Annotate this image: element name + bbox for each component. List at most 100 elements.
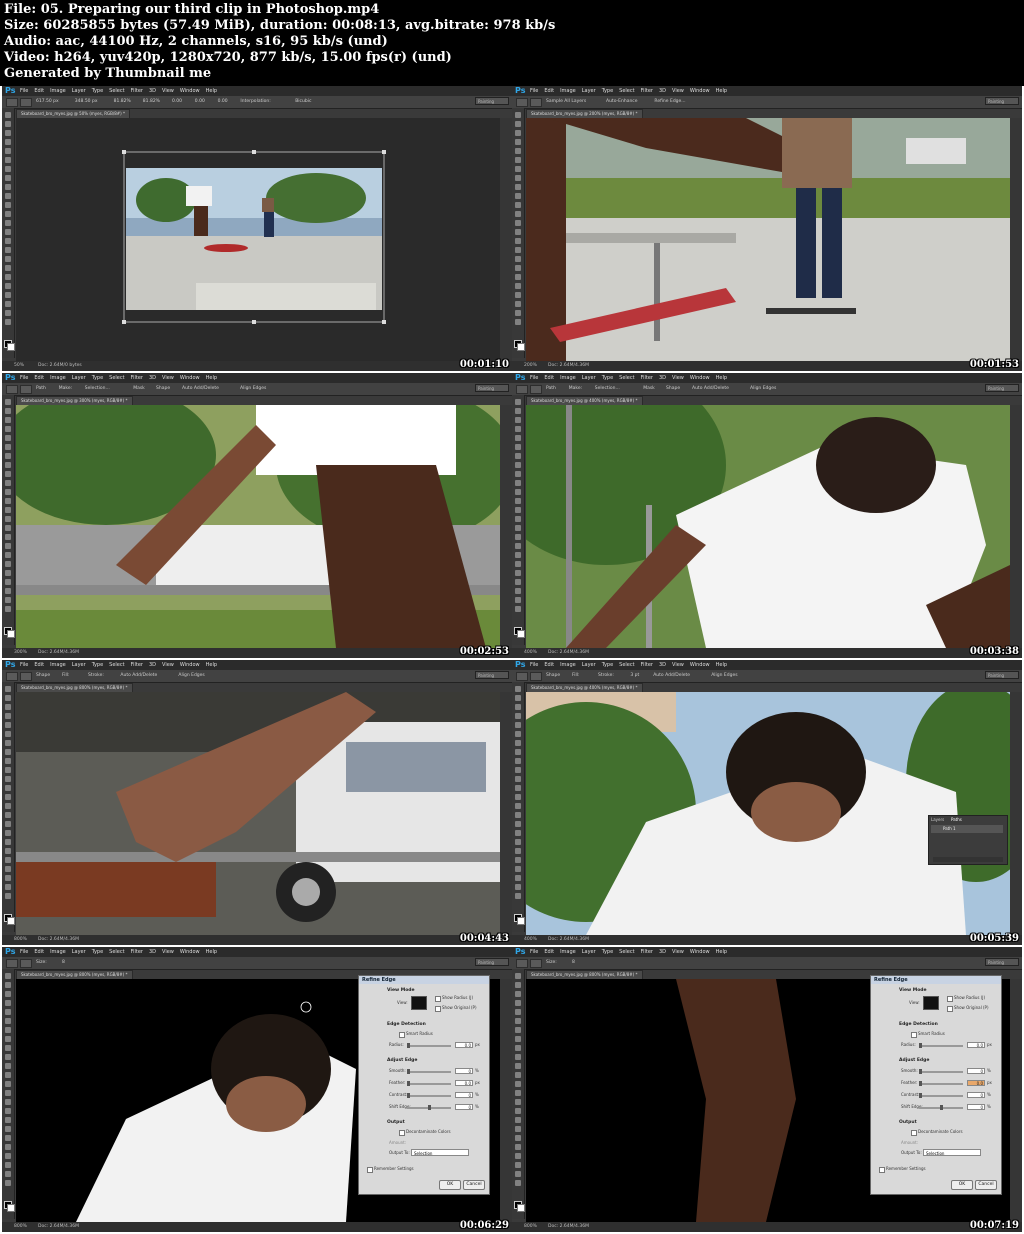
slider-knob[interactable] <box>407 1069 410 1074</box>
tool-icon[interactable] <box>515 489 521 495</box>
menu-item[interactable]: Help <box>206 662 217 668</box>
workspace-switcher[interactable]: Painting <box>475 384 509 392</box>
menu-item[interactable]: Layer <box>72 949 86 955</box>
tool-icon[interactable] <box>5 274 11 280</box>
menu-item[interactable]: File <box>20 375 28 381</box>
option-text[interactable]: Auto Add/Delete <box>182 385 219 393</box>
smart-radius-checkbox[interactable] <box>911 1032 917 1038</box>
workspace-switcher[interactable]: Painting <box>985 97 1019 105</box>
tool-icon[interactable] <box>515 1000 521 1006</box>
menu-item[interactable]: Select <box>109 88 124 94</box>
tool-icon[interactable] <box>5 112 11 118</box>
zoom-level[interactable]: 800% <box>14 1223 27 1231</box>
tool-icon[interactable] <box>515 1081 521 1087</box>
option-text[interactable]: 81.82% <box>143 98 160 106</box>
feather-slider[interactable] <box>407 1081 451 1086</box>
tool-icon[interactable] <box>5 776 11 782</box>
menu-item[interactable]: Type <box>602 375 613 381</box>
option-text[interactable]: Align Edges <box>178 672 204 680</box>
tool-icon[interactable] <box>5 1153 11 1159</box>
option-text[interactable]: 3 pt <box>630 672 639 680</box>
tool-icon[interactable] <box>5 292 11 298</box>
feather-input[interactable]: 0.0 <box>455 1080 473 1086</box>
tool-icon[interactable] <box>5 480 11 486</box>
tool-mode-icon[interactable] <box>530 959 542 968</box>
menu-item[interactable]: Select <box>619 88 634 94</box>
tool-icon[interactable] <box>5 803 11 809</box>
tool-icon[interactable] <box>5 310 11 316</box>
tool-icon[interactable] <box>515 830 521 836</box>
tool-icon[interactable] <box>515 139 521 145</box>
tool-mode-icon[interactable] <box>20 672 32 681</box>
zoom-level[interactable]: 800% <box>524 1223 537 1231</box>
tool-icon[interactable] <box>515 1036 521 1042</box>
menu-item[interactable]: Filter <box>131 375 143 381</box>
tool-icon[interactable] <box>5 1135 11 1141</box>
menu-item[interactable]: File <box>20 662 28 668</box>
tool-icon[interactable] <box>515 794 521 800</box>
contrast-input[interactable]: 0 <box>455 1092 473 1098</box>
menu-item[interactable]: 3D <box>659 662 666 668</box>
tool-icon[interactable] <box>515 713 521 719</box>
tool-icon[interactable] <box>515 166 521 172</box>
tool-icon[interactable] <box>515 839 521 845</box>
tool-icon[interactable] <box>515 543 521 549</box>
menu-item[interactable]: Select <box>619 662 634 668</box>
show-original-checkbox[interactable] <box>435 1006 441 1012</box>
right-scrollbar[interactable] <box>500 692 512 935</box>
smooth-slider[interactable] <box>407 1069 451 1074</box>
tool-icon[interactable] <box>5 534 11 540</box>
menu-item[interactable]: 3D <box>149 949 156 955</box>
smart-radius-checkbox[interactable] <box>399 1032 405 1038</box>
output-to-select[interactable]: Selection <box>923 1149 981 1156</box>
tool-icon[interactable] <box>515 1144 521 1150</box>
menu-item[interactable]: Image <box>560 375 576 381</box>
tool-icon[interactable] <box>515 265 521 271</box>
tool-icon[interactable] <box>515 1162 521 1168</box>
menu-item[interactable]: Edit <box>544 662 554 668</box>
tool-icon[interactable] <box>515 597 521 603</box>
tool-icon[interactable] <box>515 812 521 818</box>
tool-icon[interactable] <box>515 1099 521 1105</box>
option-text[interactable]: 348.50 px <box>75 98 98 106</box>
option-text[interactable]: Size: <box>36 959 47 967</box>
document-canvas[interactable] <box>16 405 500 648</box>
background-color-swatch[interactable] <box>517 343 525 351</box>
option-text[interactable]: Auto Add/Delete <box>653 672 690 680</box>
background-color-swatch[interactable] <box>7 917 15 925</box>
contrast-slider[interactable] <box>919 1093 963 1098</box>
tool-icon[interactable] <box>515 803 521 809</box>
menu-item[interactable]: Edit <box>34 88 44 94</box>
menu-item[interactable]: Help <box>716 88 727 94</box>
show-original-checkbox[interactable] <box>947 1006 953 1012</box>
tool-icon[interactable] <box>5 283 11 289</box>
menu-item[interactable]: View <box>672 375 684 381</box>
option-text[interactable]: Make: <box>59 385 72 393</box>
tool-icon[interactable] <box>515 229 521 235</box>
tool-icon[interactable] <box>515 1135 521 1141</box>
menu-item[interactable]: Filter <box>641 88 653 94</box>
menu-item[interactable]: Layer <box>72 375 86 381</box>
tool-icon[interactable] <box>5 1180 11 1186</box>
tool-icon[interactable] <box>5 875 11 881</box>
option-text[interactable]: Shape <box>546 672 560 680</box>
option-text[interactable]: Align Edges <box>240 385 266 393</box>
menu-item[interactable]: Filter <box>131 662 143 668</box>
path-row[interactable]: Path 1 <box>931 825 1003 833</box>
tool-icon[interactable] <box>5 256 11 262</box>
tool-icon[interactable] <box>5 704 11 710</box>
option-text[interactable]: Shape <box>156 385 170 393</box>
menu-item[interactable]: Select <box>619 949 634 955</box>
option-text[interactable]: 0.00 <box>218 98 228 106</box>
slider-knob[interactable] <box>919 1081 922 1086</box>
menu-item[interactable]: Image <box>50 88 66 94</box>
menu-item[interactable]: Image <box>560 662 576 668</box>
tool-icon[interactable] <box>5 1063 11 1069</box>
menu-item[interactable]: Select <box>109 949 124 955</box>
tool-preset-icon[interactable] <box>516 98 528 107</box>
option-text[interactable]: 617.50 px <box>36 98 59 106</box>
document-canvas[interactable] <box>526 405 1010 648</box>
tool-preset-icon[interactable] <box>6 98 18 107</box>
tool-icon[interactable] <box>5 758 11 764</box>
tool-icon[interactable] <box>5 561 11 567</box>
